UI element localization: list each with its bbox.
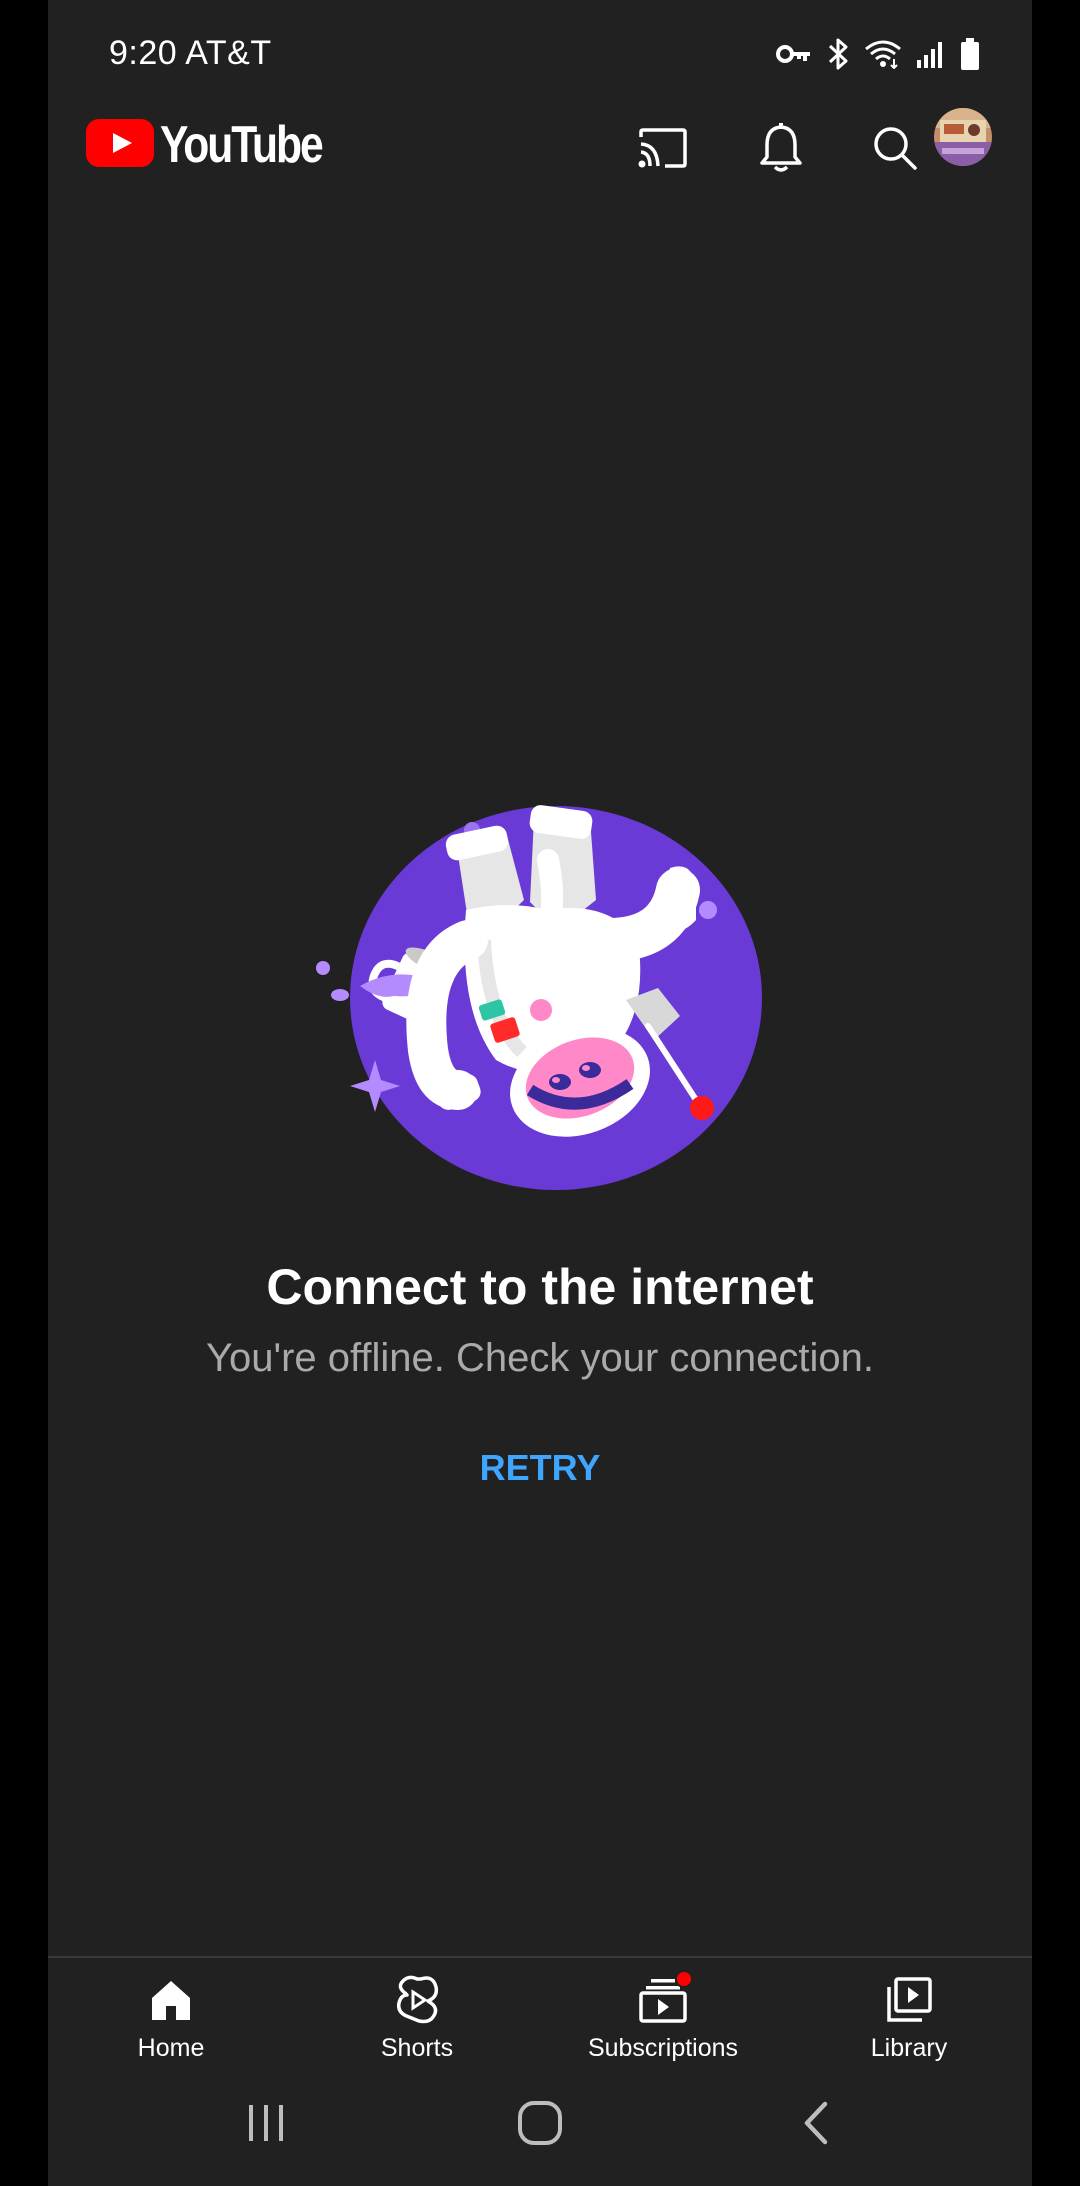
nav-item-home[interactable]: Home xyxy=(48,1958,294,2076)
nav-label-shorts: Shorts xyxy=(380,2034,454,2062)
vpn-key-icon xyxy=(776,42,812,71)
app-bar: YouTube xyxy=(48,105,1032,225)
cast-button[interactable] xyxy=(618,105,708,195)
nav-item-library[interactable]: Library xyxy=(786,1958,1032,2076)
recents-icon xyxy=(245,2103,287,2148)
home-circle-icon xyxy=(517,2100,563,2151)
status-icons xyxy=(776,37,980,76)
app-screen: 9:20 AT&T YouTube Connect to the interne… xyxy=(48,0,1032,2186)
system-home-button[interactable] xyxy=(480,2080,600,2170)
subscriptions-badge xyxy=(675,1970,693,1988)
status-bar: 9:20 AT&T xyxy=(48,0,1032,110)
search-button[interactable] xyxy=(850,105,940,195)
account-avatar[interactable] xyxy=(934,108,992,166)
system-navigation-bar xyxy=(48,2080,1032,2186)
status-time-carrier: 9:20 AT&T xyxy=(109,34,272,72)
subscriptions-icon xyxy=(637,1970,693,2026)
shorts-icon xyxy=(391,1974,443,2026)
offline-astronaut-illustration xyxy=(308,790,828,1220)
home-icon xyxy=(145,1974,197,2026)
bottom-navigation: Home Shorts Subscriptions Library xyxy=(48,1956,1032,2076)
nav-label-subscriptions: Subscriptions xyxy=(587,2034,739,2062)
cast-icon xyxy=(637,127,689,174)
library-icon xyxy=(883,1974,935,2026)
nav-item-subscriptions[interactable]: Subscriptions xyxy=(540,1958,786,2076)
nav-label-home: Home xyxy=(137,2034,205,2062)
notifications-icon xyxy=(759,122,803,178)
retry-button[interactable]: RETRY xyxy=(440,1436,640,1500)
notifications-button[interactable] xyxy=(736,105,826,195)
wifi-icon xyxy=(864,39,902,74)
recents-button[interactable] xyxy=(206,2080,326,2170)
youtube-play-icon xyxy=(86,118,154,172)
bluetooth-icon xyxy=(826,37,850,76)
nav-label-library: Library xyxy=(870,2034,948,2062)
signal-icon xyxy=(916,40,946,73)
youtube-wordmark: YouTube xyxy=(160,116,324,174)
youtube-logo[interactable]: YouTube xyxy=(86,115,357,175)
search-icon xyxy=(872,125,918,176)
offline-subtitle: You're offline. Check your connection. xyxy=(205,1336,875,1380)
back-icon xyxy=(801,2100,831,2151)
back-button[interactable] xyxy=(756,2080,876,2170)
nav-item-shorts[interactable]: Shorts xyxy=(294,1958,540,2076)
battery-icon xyxy=(960,37,980,75)
offline-title: Connect to the internet xyxy=(266,1259,814,1315)
